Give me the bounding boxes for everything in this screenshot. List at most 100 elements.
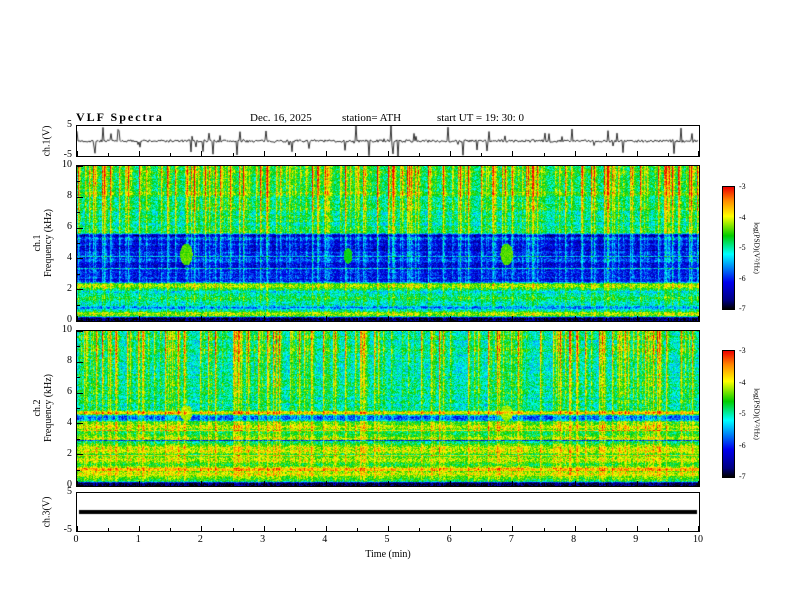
axis-tick <box>326 151 327 156</box>
ch1-frequency-axis-label: ch.1 Frequency (kHz) <box>32 209 54 277</box>
axis-tick <box>606 483 607 486</box>
axis-tick <box>544 483 545 486</box>
ch2-spectrogram-panel <box>76 330 700 487</box>
axis-tick <box>481 528 482 531</box>
axis-tick <box>77 151 78 156</box>
axis-tick <box>77 212 80 213</box>
axis-tick <box>357 483 358 486</box>
axis-tick <box>668 483 669 486</box>
axis-tick <box>139 481 140 486</box>
ch2-label: ch.2 <box>32 399 43 417</box>
freq-tick-label: 6 <box>67 386 72 397</box>
time-tick-label: 0 <box>73 534 79 545</box>
freq-tick-label: 2 <box>67 448 72 459</box>
time-tick-label: 9 <box>633 534 639 545</box>
axis-tick <box>698 316 699 321</box>
axis-tick <box>170 153 171 156</box>
axis-tick <box>295 483 296 486</box>
axis-tick <box>77 470 80 471</box>
axis-tick <box>77 408 80 409</box>
axis-tick <box>512 526 513 531</box>
axis-tick <box>668 153 669 156</box>
axis-tick <box>77 166 83 167</box>
axis-tick <box>637 526 638 531</box>
start-ut-label: start UT = 19: 30: 0 <box>437 112 524 124</box>
ch3-voltage-axis-label: ch.3(V) <box>41 496 53 528</box>
time-tick-label: 6 <box>446 534 452 545</box>
axis-tick <box>388 151 389 156</box>
axis-tick <box>606 153 607 156</box>
axis-tick <box>108 528 109 531</box>
time-tick-label: 4 <box>322 534 328 545</box>
figure-title: VLF Spectra <box>76 110 164 124</box>
colorbar-tick-label: -6 <box>739 273 746 283</box>
axis-tick <box>77 346 80 347</box>
axis-tick <box>388 526 389 531</box>
ch1-voltage-axis-label: ch.1(V) <box>41 125 53 157</box>
ch3-waveform-panel <box>76 492 700 532</box>
freq-tick-label: 4 <box>67 417 72 428</box>
axis-tick <box>108 318 109 321</box>
ch1-waveform-panel <box>76 125 700 157</box>
axis-tick <box>201 481 202 486</box>
ch1-label: ch.1 <box>32 234 43 252</box>
axis-tick <box>512 316 513 321</box>
axis-tick <box>450 316 451 321</box>
axis-tick <box>264 481 265 486</box>
axis-tick <box>637 151 638 156</box>
ch1-spectrogram-panel <box>76 165 700 322</box>
axis-tick <box>512 481 513 486</box>
axis-tick <box>668 528 669 531</box>
axis-tick <box>139 526 140 531</box>
axis-tick <box>450 151 451 156</box>
axis-tick <box>139 151 140 156</box>
axis-tick <box>698 526 699 531</box>
colorbar-tick-label: -4 <box>739 377 746 387</box>
ch2-colorbar <box>722 350 735 478</box>
colorbar-tick-label: -7 <box>739 304 746 313</box>
axis-tick <box>637 481 638 486</box>
axis-tick <box>544 318 545 321</box>
vlf-spectra-figure: VLF Spectra Dec. 16, 2025 station= ATH s… <box>0 0 792 612</box>
axis-tick <box>233 153 234 156</box>
voltage-tick-label: 5 <box>67 119 72 130</box>
axis-tick <box>606 318 607 321</box>
axis-tick <box>77 181 80 182</box>
axis-tick <box>326 481 327 486</box>
axis-tick <box>77 439 80 440</box>
colorbar-tick-label: -6 <box>739 440 746 450</box>
freq-tick-label: 10 <box>62 324 72 335</box>
freq-tick-label: 6 <box>67 221 72 232</box>
axis-tick <box>357 318 358 321</box>
axis-tick <box>77 274 80 275</box>
freq-tick-label: 8 <box>67 355 72 366</box>
axis-tick <box>419 528 420 531</box>
time-tick-label: 1 <box>135 534 141 545</box>
axis-tick <box>233 483 234 486</box>
axis-tick <box>170 528 171 531</box>
time-tick-label: 10 <box>693 534 703 545</box>
axis-tick <box>668 318 669 321</box>
axis-tick <box>698 151 699 156</box>
axis-tick <box>481 318 482 321</box>
frequency-khz-label: Frequency (kHz) <box>43 373 54 443</box>
axis-tick <box>264 526 265 531</box>
colorbar-tick-label: -3 <box>739 346 746 355</box>
axis-tick <box>357 528 358 531</box>
axis-tick <box>77 526 78 531</box>
axis-tick <box>575 316 576 321</box>
axis-tick <box>77 362 83 363</box>
axis-tick <box>77 320 83 321</box>
axis-tick <box>264 316 265 321</box>
ch1-spectrogram-canvas <box>77 166 699 321</box>
axis-tick <box>77 197 83 198</box>
time-axis-label: Time (min) <box>365 549 411 560</box>
axis-tick <box>326 526 327 531</box>
time-tick-label: 2 <box>197 534 203 545</box>
time-tick-label: 3 <box>260 534 266 545</box>
axis-tick <box>77 243 80 244</box>
axis-tick <box>108 483 109 486</box>
colorbar-tick-label: -5 <box>739 409 746 418</box>
axis-tick <box>512 151 513 156</box>
axis-tick <box>77 331 83 332</box>
